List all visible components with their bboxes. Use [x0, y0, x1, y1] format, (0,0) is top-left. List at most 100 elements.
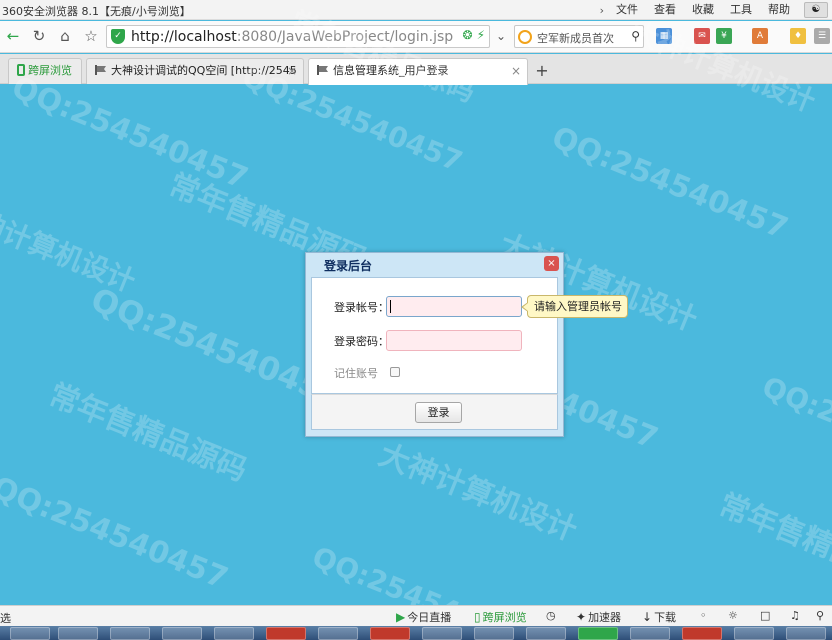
taskbar-app[interactable]: [526, 627, 566, 640]
back-arrow-icon[interactable]: ←: [2, 25, 24, 47]
text-caret: [390, 300, 391, 313]
shield-icon: ✓: [111, 29, 125, 44]
accelerator-button[interactable]: ✦ 加速器: [576, 609, 621, 625]
home-icon[interactable]: ⌂: [54, 25, 76, 47]
taskbar-app[interactable]: [682, 627, 722, 640]
dialog-header[interactable]: 登录后台 ×: [306, 253, 563, 275]
search-input[interactable]: 空军新成员首次: [537, 30, 614, 46]
watermark: 大神计算机设计: [373, 437, 582, 549]
close-icon[interactable]: ×: [544, 256, 559, 271]
login-dialog: 登录后台 × 登录帐号： 登录密码： 记住账号 登录: [305, 252, 564, 437]
gift-icon[interactable]: ♦: [790, 28, 806, 44]
watermark: QQ:254540457: [0, 470, 233, 597]
tab-label: 跨屏浏览: [28, 64, 72, 77]
watermark: QQ:254540457: [757, 370, 832, 489]
taskbar-app[interactable]: [734, 627, 774, 640]
taskbar-app[interactable]: [474, 627, 514, 640]
status-bar: 选 ▶ 今日直播 ▯ 跨屏浏览 ◷ ✦ 加速器 ↓ 下载 ◦ ☼ □ ♫ ⚲: [0, 605, 832, 626]
download-arrow-icon: ↓: [642, 610, 653, 624]
taskbar-app[interactable]: [630, 627, 670, 640]
login-form: 登录帐号： 登录密码： 记住账号: [311, 277, 558, 394]
lightning-icon[interactable]: ⚡: [477, 28, 485, 42]
search-box[interactable]: 空军新成员首次 ⚲: [514, 25, 644, 48]
username-label: 登录帐号：: [334, 301, 389, 314]
flag-icon: [95, 65, 106, 75]
skin-icon[interactable]: ☯: [804, 2, 828, 18]
remember-checkbox[interactable]: [390, 367, 400, 377]
watermark: 常年售精品源码: [43, 377, 252, 489]
tab-label: 大神设计调试的QQ空间 [http://2545: [111, 64, 297, 77]
cross-screen-button[interactable]: ▯ 跨屏浏览: [474, 609, 527, 625]
watermark: QQ:254540457: [546, 120, 793, 247]
login-button[interactable]: 登录: [415, 402, 462, 423]
taskbar-app[interactable]: [10, 627, 50, 640]
translate-icon[interactable]: A: [752, 28, 768, 44]
new-tab-button[interactable]: +: [532, 61, 552, 81]
window-icon[interactable]: □: [760, 609, 770, 622]
star-icon[interactable]: ☆: [80, 25, 102, 47]
chevron-right-icon[interactable]: ›: [596, 4, 608, 17]
watermark: 常年售精品源码: [713, 487, 832, 599]
username-input[interactable]: [386, 296, 522, 317]
address-bar[interactable]: ✓ http://localhost:8080/JavaWebProject/l…: [106, 25, 490, 48]
tab-qq-zone[interactable]: 大神设计调试的QQ空间 [http://2545 ×: [86, 58, 304, 84]
money-icon[interactable]: ¥: [716, 28, 732, 44]
tab-login[interactable]: 信息管理系统_用户登录 ×: [308, 58, 528, 85]
mail-icon[interactable]: ✉: [694, 28, 710, 44]
taskbar-app[interactable]: [578, 627, 618, 640]
phone-icon: ▯: [474, 610, 481, 624]
validation-tooltip: 请输入管理员帐号: [521, 295, 628, 318]
menu-help[interactable]: 帮助: [760, 2, 798, 18]
menu-bar: › 文件 查看 收藏 工具 帮助 ☯: [596, 2, 828, 18]
tab-bar: 跨屏浏览 大神设计调试的QQ空间 [http://2545 × 信息管理系统_用…: [0, 54, 832, 85]
search-engine-icon[interactable]: [518, 30, 532, 44]
download-button[interactable]: ↓ 下载: [642, 609, 676, 625]
app-grid-icon[interactable]: ▦: [656, 28, 672, 44]
taskbar-app[interactable]: [786, 627, 826, 640]
taskbar-app[interactable]: [318, 627, 358, 640]
phone-icon: [17, 64, 25, 76]
taskbar-app[interactable]: [58, 627, 98, 640]
chevron-down-icon[interactable]: ⌄: [490, 25, 512, 47]
taskbar-app[interactable]: [110, 627, 150, 640]
play-icon: ▶: [396, 610, 406, 624]
taskbar-app[interactable]: [370, 627, 410, 640]
watermark: QQ:254540457: [6, 70, 253, 197]
refresh-icon[interactable]: ↻: [28, 25, 50, 47]
taskbar-app[interactable]: [162, 627, 202, 640]
close-icon[interactable]: ×: [287, 59, 297, 83]
taskbar-app[interactable]: [266, 627, 306, 640]
window-titlebar: 360安全浏览器 8.1【无痕/小号浏览】 › 文件 查看 收藏 工具 帮助 ☯: [0, 0, 832, 20]
flag-icon: [317, 65, 328, 75]
address-actions: ❂ ⚡: [463, 28, 486, 42]
status-text: 选: [0, 612, 11, 625]
dialog-footer: 登录: [311, 394, 558, 430]
address-url[interactable]: http://localhost:8080/JavaWebProject/log…: [131, 29, 453, 45]
os-taskbar: [0, 626, 832, 640]
navigation-toolbar: ← ↻ ⌂ ☆ ✓ http://localhost:8080/JavaWebP…: [0, 21, 832, 53]
ie-icon[interactable]: ☼: [728, 609, 738, 622]
password-label: 登录密码：: [334, 335, 389, 348]
watermark: 大神计算机设计: [0, 194, 140, 299]
network-icon[interactable]: ◷: [546, 609, 556, 622]
close-icon[interactable]: ×: [511, 59, 521, 83]
security-check-icon[interactable]: ❂: [463, 28, 473, 42]
more-tools-icon[interactable]: ☰: [814, 28, 830, 44]
dialog-title: 登录后台: [324, 259, 373, 273]
menu-view[interactable]: 查看: [646, 2, 684, 18]
window-title: 360安全浏览器 8.1【无痕/小号浏览】: [2, 5, 191, 18]
search-icon[interactable]: ⚲: [631, 29, 640, 43]
menu-tools[interactable]: 工具: [722, 2, 760, 18]
menu-favorites[interactable]: 收藏: [684, 2, 722, 18]
taskbar-app[interactable]: [422, 627, 462, 640]
remember-label: 记住账号: [334, 367, 378, 380]
password-input[interactable]: [386, 330, 522, 351]
screenshot-icon[interactable]: ◦: [700, 609, 707, 622]
taskbar-app[interactable]: [214, 627, 254, 640]
menu-file[interactable]: 文件: [608, 2, 646, 18]
live-button[interactable]: ▶ 今日直播: [396, 609, 451, 625]
volume-icon[interactable]: ♫: [790, 609, 800, 622]
rocket-icon: ✦: [576, 610, 587, 624]
zoom-icon[interactable]: ⚲: [816, 609, 824, 622]
tab-cross-screen[interactable]: 跨屏浏览: [8, 58, 82, 84]
